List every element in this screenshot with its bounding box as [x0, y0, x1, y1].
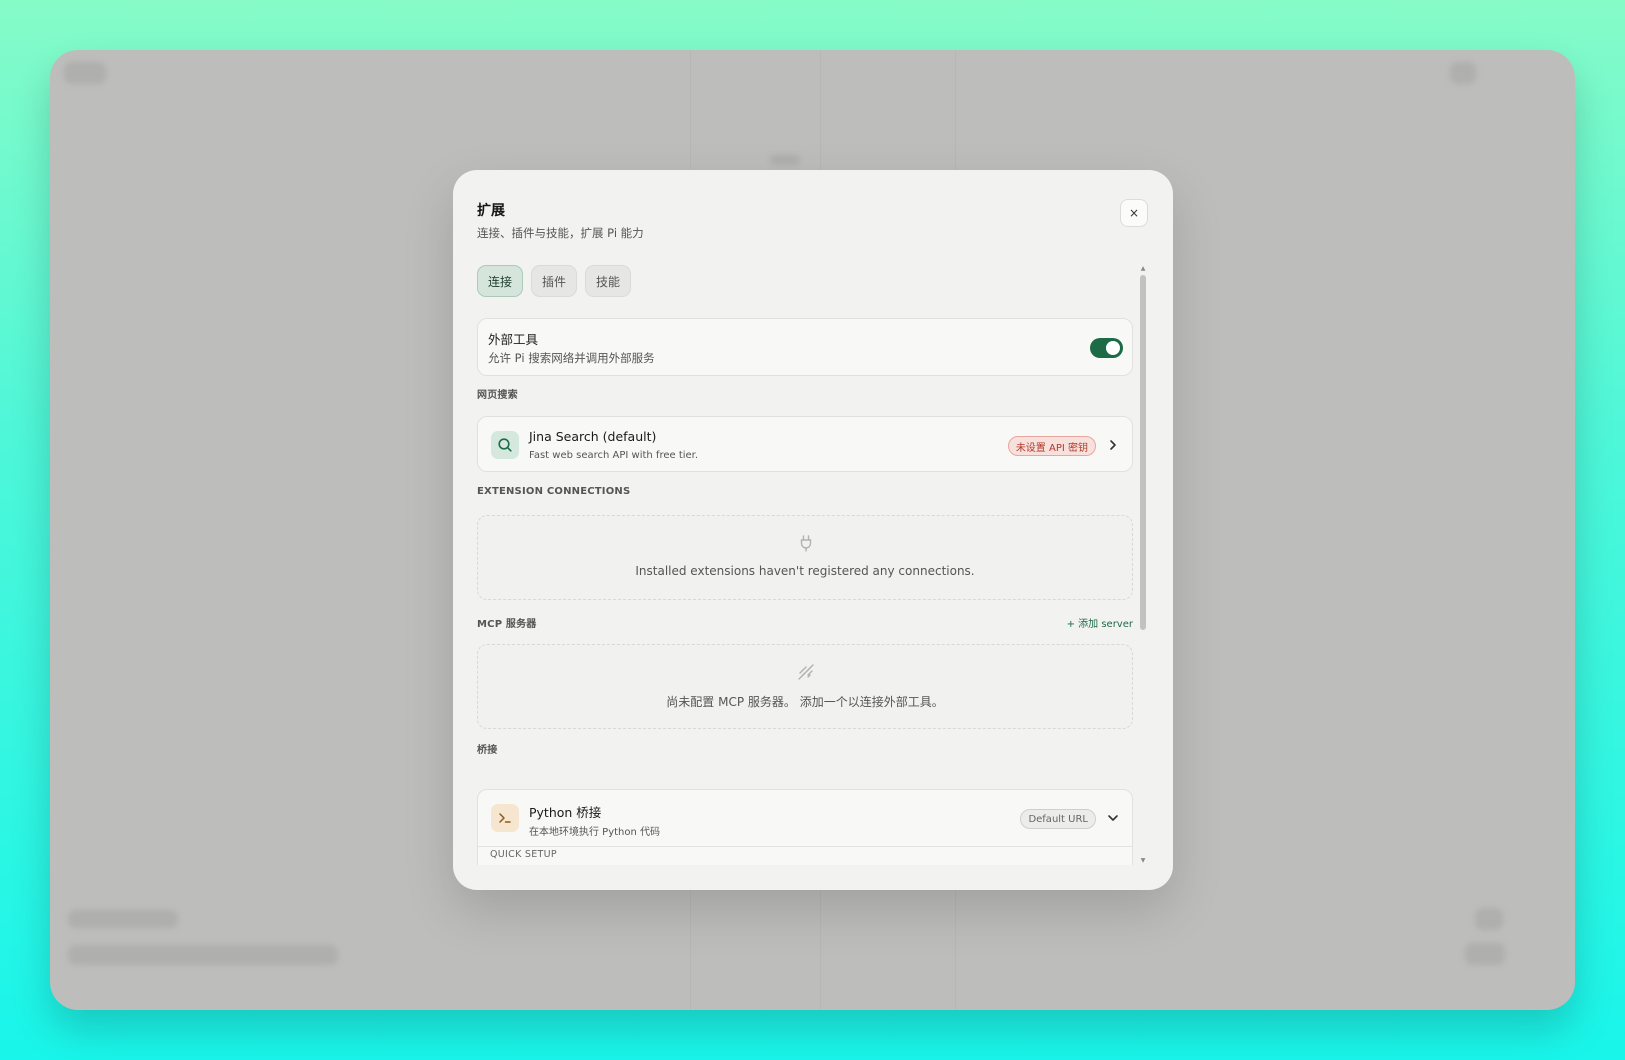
default-url-badge: Default URL [1020, 809, 1096, 829]
external-tools-description: 允许 Pi 搜索网络并调用外部服务 [488, 351, 655, 365]
web-search-section-label: 网页搜索 [477, 390, 518, 401]
extension-connections-empty-text: Installed extensions haven't registered … [635, 564, 975, 578]
tab-bar: 连接 插件 技能 [477, 265, 632, 297]
terminal-icon [491, 804, 519, 832]
external-tools-card: 外部工具 允许 Pi 搜索网络并调用外部服务 [477, 318, 1133, 376]
python-bridge-description: 在本地环境执行 Python 代码 [529, 827, 661, 838]
jina-search-description: Fast web search API with free tier. [529, 450, 699, 461]
extensions-modal: 扩展 连接、插件与技能，扩展 Pi 能力 × 连接 插件 技能 外部工具 允许 … [453, 170, 1173, 890]
scroll-down-icon[interactable]: ▼ [1139, 857, 1147, 865]
scroll-thumb[interactable] [1140, 275, 1146, 630]
extension-connections-section-label: EXTENSION CONNECTIONS [477, 486, 631, 497]
chevron-down-icon[interactable] [1106, 810, 1120, 826]
python-bridge-title: Python 桥接 [529, 805, 602, 820]
tab-skills[interactable]: 技能 [585, 265, 632, 297]
close-button[interactable]: × [1120, 199, 1148, 227]
api-key-missing-badge: 未设置 API 密钥 [1007, 436, 1096, 456]
extension-connections-empty-state: Installed extensions haven't registered … [477, 515, 1133, 600]
external-tools-title: 外部工具 [488, 332, 539, 347]
jina-search-item[interactable]: Jina Search (default) Fast web search AP… [477, 416, 1133, 472]
search-icon [491, 431, 519, 459]
mcp-empty-text: 尚未配置 MCP 服务器。 添加一个以连接外部工具。 [666, 695, 944, 709]
modal-scrollbar[interactable]: ▲ ▼ [1139, 265, 1147, 865]
toggle-knob [1106, 341, 1120, 355]
modal-scroll-area[interactable]: 连接 插件 技能 外部工具 允许 Pi 搜索网络并调用外部服务 网页搜索 Jin… [477, 265, 1133, 865]
python-bridge-item[interactable]: Python 桥接 在本地环境执行 Python 代码 Default URL … [477, 789, 1133, 865]
tab-connections[interactable]: 连接 [477, 265, 524, 297]
jina-search-title: Jina Search (default) [529, 429, 657, 444]
scroll-up-icon[interactable]: ▲ [1139, 265, 1147, 273]
unplugged-icon [798, 664, 814, 680]
close-icon: × [1128, 206, 1140, 220]
divider [478, 846, 1132, 847]
quick-setup-label: QUICK SETUP [490, 849, 557, 860]
tab-plugins[interactable]: 插件 [531, 265, 578, 297]
bridge-section-label: 桥接 [477, 745, 498, 756]
chevron-right-icon[interactable] [1108, 437, 1118, 453]
mcp-section-label: MCP 服务器 [477, 619, 537, 630]
app-menu-blurred [1450, 62, 1476, 84]
plug-icon [800, 535, 812, 552]
external-tools-toggle[interactable] [1090, 338, 1123, 358]
modal-title: 扩展 [477, 203, 505, 219]
add-server-button[interactable]: + 添加 server [1067, 615, 1133, 630]
app-logo-blurred [64, 62, 106, 84]
mcp-empty-state: 尚未配置 MCP 服务器。 添加一个以连接外部工具。 [477, 644, 1133, 729]
modal-subtitle: 连接、插件与技能，扩展 Pi 能力 [477, 226, 644, 240]
